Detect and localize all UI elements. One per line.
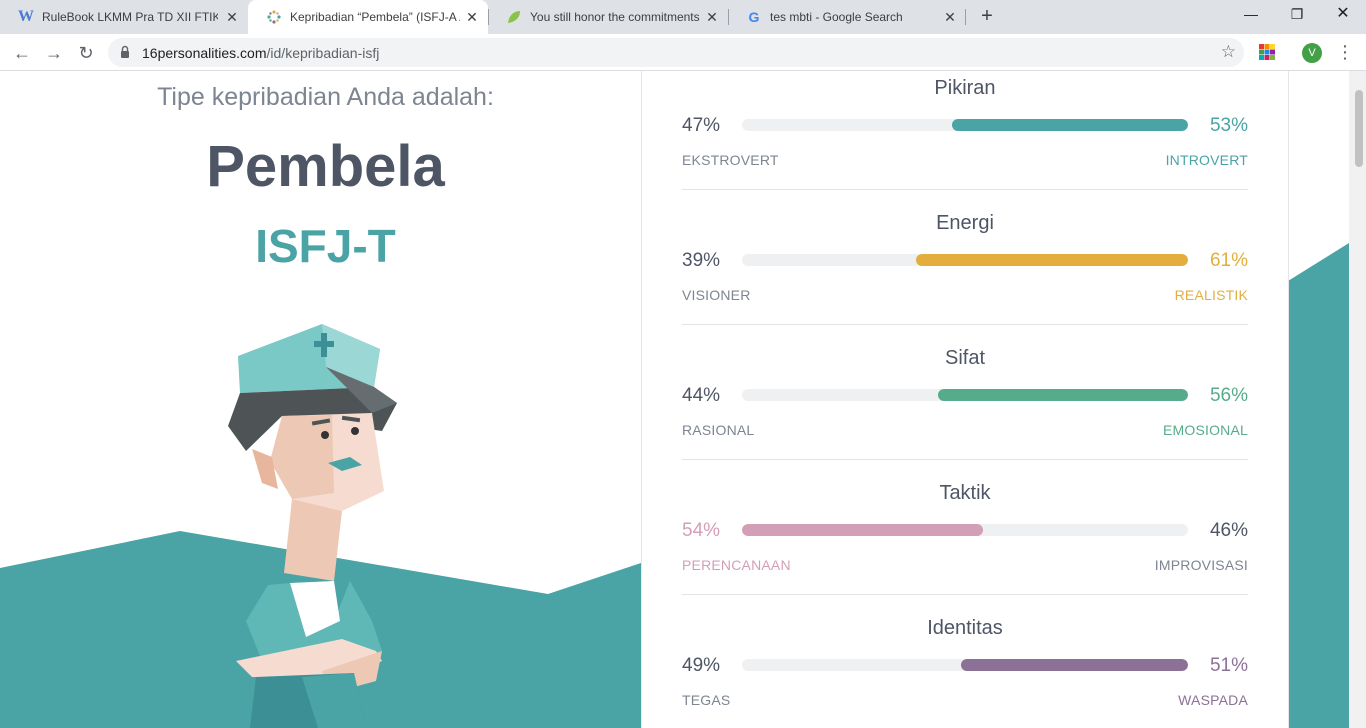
close-icon[interactable]: ✕	[464, 9, 480, 25]
trait-energy: Energi 39% 61% VISIONER REALISTIK	[682, 206, 1248, 341]
trait-right-percent: 53%	[1209, 115, 1248, 136]
address-bar[interactable]: 16personalities.com/id/kepribadian-isfj …	[108, 38, 1244, 67]
trait-bar	[742, 659, 1188, 671]
trait-left-label: TEGAS	[682, 692, 731, 708]
trait-right-label: WASPADA	[1178, 692, 1248, 708]
close-icon[interactable]: ✕	[942, 9, 958, 25]
trait-tactics: Taktik 54% 46% PERENCANAAN IMPROVISASI	[682, 476, 1248, 611]
tab-separator	[728, 9, 729, 25]
trait-bar	[742, 524, 1188, 536]
lock-icon	[121, 45, 129, 58]
trait-bar-fill	[742, 524, 983, 536]
trait-title: Taktik	[939, 482, 991, 504]
word-icon: W	[18, 8, 34, 25]
trait-right-percent: 61%	[1209, 250, 1248, 271]
trait-left-percent: 39%	[682, 250, 721, 271]
browser-toolbar: ← → ↻ 16personalities.com/id/kepribadian…	[0, 34, 1366, 71]
trait-bar-fill	[960, 659, 1188, 671]
page-content: Tipe kepribadian Anda adalah: Pembela IS…	[0, 71, 1366, 728]
tab-title: RuleBook LKMM Pra TD XII FTIK.c	[42, 10, 218, 24]
trait-bar	[742, 389, 1188, 401]
close-icon[interactable]: ✕	[224, 9, 240, 25]
tab-separator	[965, 9, 966, 25]
personality-type-code: ISFJ-T	[255, 220, 396, 272]
personality-type-name: Pembela	[206, 134, 445, 199]
trait-left-percent: 54%	[682, 520, 721, 541]
trait-title: Pikiran	[934, 77, 996, 99]
trait-mind: Pikiran 47% 53% EKSTROVERT INTROVERT	[682, 71, 1248, 206]
url-path: /id/kepribadian-isfj	[266, 45, 380, 61]
trait-title: Sifat	[944, 347, 986, 369]
trait-right-label: EMOSIONAL	[1162, 422, 1248, 438]
trait-left-label: VISIONER	[682, 287, 751, 303]
menu-dots-icon[interactable]: ⋮	[1336, 40, 1354, 64]
url-text: 16personalities.com/id/kepribadian-isfj	[142, 45, 379, 61]
restore-button[interactable]: ❐	[1274, 0, 1320, 30]
leaf-icon	[506, 9, 522, 25]
tab-title: You still honor the commitments	[530, 10, 700, 24]
new-tab-button[interactable]: +	[976, 5, 998, 27]
trait-bar	[742, 119, 1188, 131]
trait-right-percent: 51%	[1209, 655, 1248, 676]
extension-icon[interactable]	[1259, 44, 1275, 60]
reload-icon[interactable]: ↻	[72, 39, 100, 67]
browser-tab[interactable]: W RuleBook LKMM Pra TD XII FTIK.c ✕	[0, 0, 248, 34]
trait-left-percent: 44%	[682, 385, 721, 406]
result-panel: Tipe kepribadian Anda adalah: Pembela IS…	[0, 71, 641, 728]
browser-tab-strip: W RuleBook LKMM Pra TD XII FTIK.c ✕ Kepr…	[0, 0, 1366, 34]
trait-divider	[682, 459, 1248, 460]
scrollbar-thumb[interactable]	[1355, 90, 1363, 167]
trait-divider	[682, 189, 1248, 190]
profile-avatar[interactable]: V	[1302, 43, 1322, 63]
trait-left-label: PERENCANAAN	[682, 557, 791, 573]
trait-bar	[742, 254, 1188, 266]
trait-identity: Identitas 49% 51% TEGAS WASPADA	[682, 611, 1248, 728]
url-domain: 16personalities.com	[142, 45, 267, 61]
browser-tab[interactable]: You still honor the commitments ✕	[488, 0, 728, 34]
trait-bar-fill	[938, 389, 1188, 401]
close-window-button[interactable]: ✕	[1320, 0, 1366, 30]
trait-nature: Sifat 44% 56% RASIONAL EMOSIONAL	[682, 341, 1248, 476]
trait-divider	[682, 324, 1248, 325]
browser-tab[interactable]: G tes mbti - Google Search ✕	[728, 0, 966, 34]
tab-title: Kepribadian “Pembela” (ISFJ-A / I	[290, 10, 460, 24]
trait-left-label: EKSTROVERT	[682, 152, 779, 168]
trait-right-percent: 46%	[1209, 520, 1248, 541]
result-subtitle: Tipe kepribadian Anda adalah:	[157, 83, 494, 111]
bookmark-star-icon[interactable]: ☆	[1221, 42, 1236, 62]
trait-right-percent: 56%	[1209, 385, 1248, 406]
close-icon[interactable]: ✕	[704, 9, 720, 25]
panel-border	[1288, 71, 1289, 728]
trait-bar-fill	[951, 119, 1188, 131]
trait-left-label: RASIONAL	[682, 422, 755, 438]
16personalities-icon	[266, 9, 282, 25]
traits-panel: Pikiran 47% 53% EKSTROVERT INTROVERT Ene…	[642, 71, 1288, 728]
tab-separator	[488, 9, 489, 25]
page-scrollbar[interactable]	[1349, 71, 1366, 728]
trait-title: Energi	[936, 212, 994, 234]
trait-bar-fill	[915, 254, 1188, 266]
trait-left-percent: 47%	[682, 115, 721, 136]
browser-tab-active[interactable]: Kepribadian “Pembela” (ISFJ-A / I ✕	[248, 0, 488, 34]
forward-arrow-icon[interactable]: →	[40, 39, 68, 67]
character-illustration	[228, 324, 397, 728]
trait-right-label: REALISTIK	[1174, 287, 1248, 303]
minimize-button[interactable]: —	[1228, 0, 1274, 30]
tab-title: tes mbti - Google Search	[770, 10, 903, 24]
google-icon: G	[748, 9, 760, 25]
trait-right-label: IMPROVISASI	[1154, 557, 1248, 573]
trait-left-percent: 49%	[682, 655, 721, 676]
back-arrow-icon[interactable]: ←	[8, 39, 36, 67]
trait-divider	[682, 594, 1248, 595]
trait-right-label: INTROVERT	[1165, 152, 1248, 168]
trait-title: Identitas	[927, 617, 1003, 639]
